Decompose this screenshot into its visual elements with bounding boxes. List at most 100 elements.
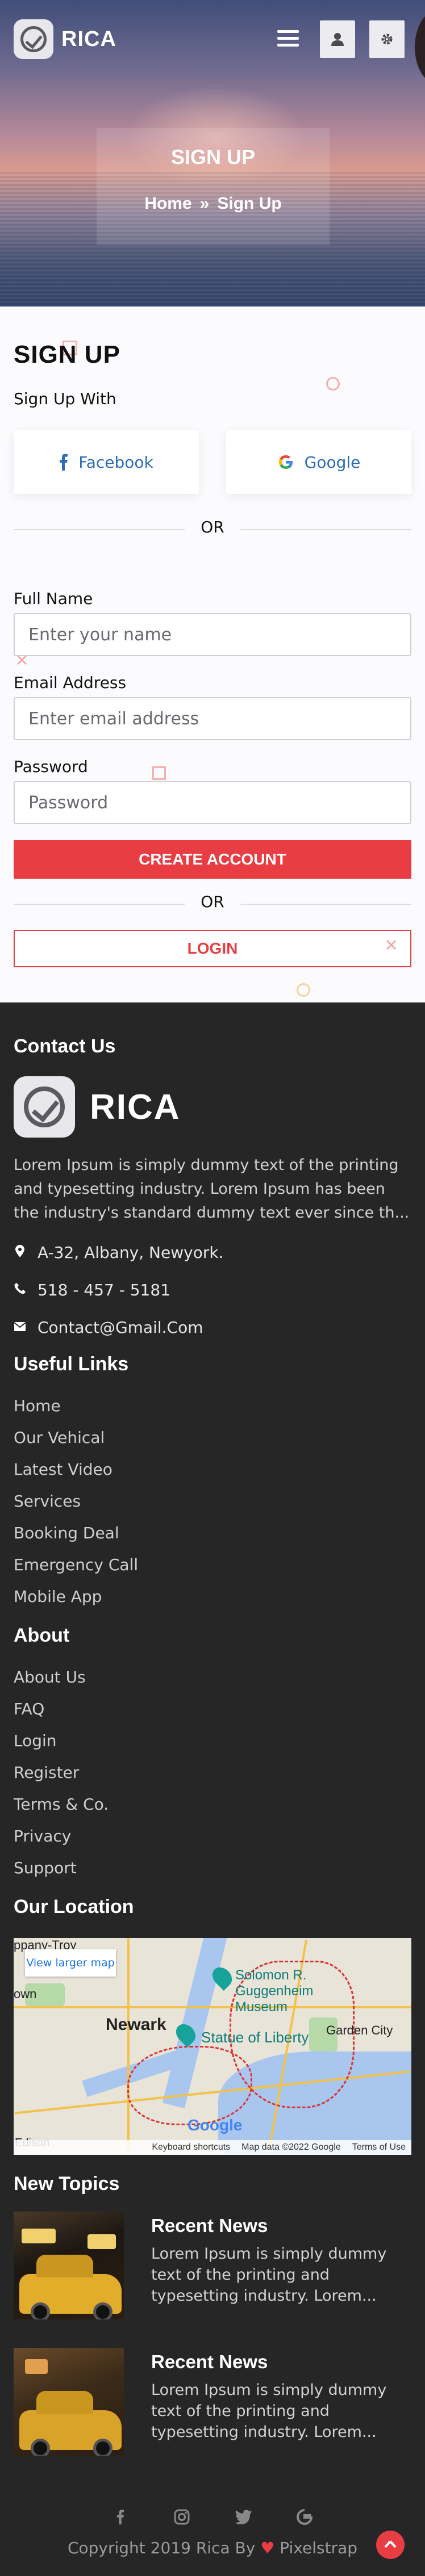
footer-description: Lorem Ipsum is simply dummy text of the … <box>14 1156 410 1222</box>
breadcrumb-home[interactable]: Home <box>144 194 191 213</box>
google-label: Google <box>304 452 361 472</box>
signup-with-label: Sign Up With <box>14 389 116 408</box>
brand-logo-icon <box>14 19 53 59</box>
full-name-field[interactable] <box>14 613 411 656</box>
topics-heading: New Topics <box>14 2173 120 2195</box>
breadcrumb-current: Sign Up <box>217 194 282 213</box>
map-marker-icon <box>14 1244 26 1261</box>
news-thumbnail[interactable] <box>14 2348 124 2456</box>
google-signup-button[interactable]: Google <box>226 430 411 494</box>
footer-link-booking-deal[interactable]: Booking Deal <box>14 1524 119 1542</box>
footer-brand: RICA <box>14 1076 181 1138</box>
news-title[interactable]: Recent News <box>151 2351 268 2373</box>
page-title-banner: SIGN UP Home » Sign Up <box>97 128 330 245</box>
map-attribution: Keyboard shortcuts Map data ©2022 Google… <box>14 2140 411 2155</box>
breadcrumb: Home » Sign Up <box>97 194 330 213</box>
google-icon[interactable] <box>294 2507 315 2527</box>
map-road <box>127 1938 130 2155</box>
or-divider: OR <box>14 518 411 540</box>
or-text: OR <box>185 518 240 536</box>
map-label: Garden City <box>326 2023 393 2037</box>
scroll-to-top-button[interactable] <box>376 2531 405 2559</box>
footer-link-register[interactable]: Register <box>14 1763 79 1782</box>
contact-heading: Contact Us <box>14 1035 116 1057</box>
page-title: SIGN UP <box>170 145 256 169</box>
decor-x: × <box>384 935 399 955</box>
user-button[interactable] <box>320 20 355 58</box>
email-text: Contact@Gmail.Com <box>38 1318 203 1337</box>
footer-link-mobile-app[interactable]: Mobile App <box>14 1587 102 1606</box>
footer-link-terms[interactable]: Terms & Co. <box>14 1795 109 1814</box>
decor-circle <box>297 983 310 997</box>
decor-circle <box>326 377 340 391</box>
footer: Contact Us RICA Lorem Ipsum is simply du… <box>0 1002 425 2576</box>
or-divider: OR <box>14 892 411 915</box>
facebook-icon <box>60 454 68 471</box>
news-thumbnail[interactable] <box>14 2212 124 2319</box>
footer-link-login[interactable]: Login <box>14 1731 57 1750</box>
header-brand[interactable]: RICA <box>14 19 116 59</box>
news-excerpt: Lorem Ipsum is simply dummy text of the … <box>151 2381 387 2441</box>
footer-link-services[interactable]: Services <box>14 1492 81 1511</box>
signup-heading: SIGN UP <box>14 341 120 368</box>
google-icon <box>278 455 293 469</box>
facebook-label: Facebook <box>78 452 153 472</box>
password-field[interactable] <box>14 781 411 824</box>
footer-link-home[interactable]: Home <box>14 1396 61 1415</box>
map-data-text: Map data ©2022 Google <box>241 2142 341 2152</box>
contact-address: A-32, Albany, Newyork. <box>14 1243 223 1262</box>
create-account-button[interactable]: CREATE ACCOUNT <box>14 840 411 879</box>
contact-email[interactable]: Contact@Gmail.Com <box>14 1318 203 1337</box>
footer-link-about-us[interactable]: About Us <box>14 1668 86 1686</box>
or-text: OR <box>185 892 240 911</box>
news-item[interactable]: Recent News Lorem Ipsum is simply dummy … <box>14 2348 411 2456</box>
copyright-prefix: Copyright 2019 Rica By <box>67 2539 256 2557</box>
twitter-icon[interactable] <box>233 2507 253 2527</box>
map-label: Newark <box>106 2015 166 2034</box>
contact-phone[interactable]: 518 - 457 - 5181 <box>14 1281 170 1299</box>
view-larger-map-link[interactable]: View larger map <box>25 1949 116 1977</box>
location-map[interactable]: ppany-Troy own Newark Statue of Liberty … <box>14 1938 411 2155</box>
facebook-signup-button[interactable]: Facebook <box>14 430 199 494</box>
envelope-icon <box>14 1320 26 1335</box>
footer-brand-name: RICA <box>90 1087 181 1127</box>
facebook-icon[interactable] <box>110 2507 131 2527</box>
settings-button[interactable] <box>369 20 405 58</box>
news-item[interactable]: Recent News Lorem Ipsum is simply dummy … <box>14 2212 411 2319</box>
footer-link-latest-video[interactable]: Latest Video <box>14 1460 113 1479</box>
terms-of-use-link[interactable]: Terms of Use <box>352 2142 406 2153</box>
email-label: Email Address <box>14 673 127 692</box>
map-label: own <box>14 1987 37 2001</box>
map-label: Statue of Liberty <box>201 2029 309 2046</box>
keyboard-shortcuts-link[interactable]: Keyboard shortcuts <box>152 2142 230 2153</box>
copyright: Copyright 2019 Rica By ♥ Pixelstrap <box>0 2539 425 2557</box>
about-heading: About <box>14 1625 70 1646</box>
google-logo: Google <box>188 2116 243 2134</box>
copyright-author[interactable]: Pixelstrap <box>280 2539 357 2557</box>
email-field[interactable] <box>14 697 411 740</box>
footer-logo-icon <box>14 1076 75 1138</box>
heart-icon: ♥ <box>260 2539 275 2557</box>
footer-link-emergency-call[interactable]: Emergency Call <box>14 1555 138 1574</box>
brand-name: RICA <box>61 27 116 51</box>
instagram-icon[interactable] <box>172 2507 192 2527</box>
hamburger-menu-icon[interactable] <box>275 26 301 52</box>
password-label: Password <box>14 757 88 776</box>
hero-banner: RICA SIGN UP Home » Sign Up <box>0 0 425 307</box>
signup-section: × SIGN UP Sign Up With Facebook Google O… <box>0 307 425 1002</box>
login-button[interactable]: LOGIN <box>14 930 411 967</box>
address-text: A-32, Albany, Newyork. <box>38 1243 224 1262</box>
footer-link-support[interactable]: Support <box>14 1858 77 1877</box>
gear-icon <box>381 33 393 45</box>
social-links <box>0 2507 425 2527</box>
footer-link-privacy[interactable]: Privacy <box>14 1827 71 1845</box>
arrow-up-icon <box>384 2540 397 2548</box>
decor-square <box>152 766 166 780</box>
footer-link-our-vehical[interactable]: Our Vehical <box>14 1428 105 1447</box>
phone-icon <box>14 1282 26 1298</box>
map-label: Solomon R. Guggenheim Museum <box>235 1967 314 2015</box>
footer-link-faq[interactable]: FAQ <box>14 1700 44 1718</box>
breadcrumb-separator-icon: » <box>199 194 210 213</box>
news-title[interactable]: Recent News <box>151 2215 268 2237</box>
phone-text: 518 - 457 - 5181 <box>38 1281 170 1299</box>
